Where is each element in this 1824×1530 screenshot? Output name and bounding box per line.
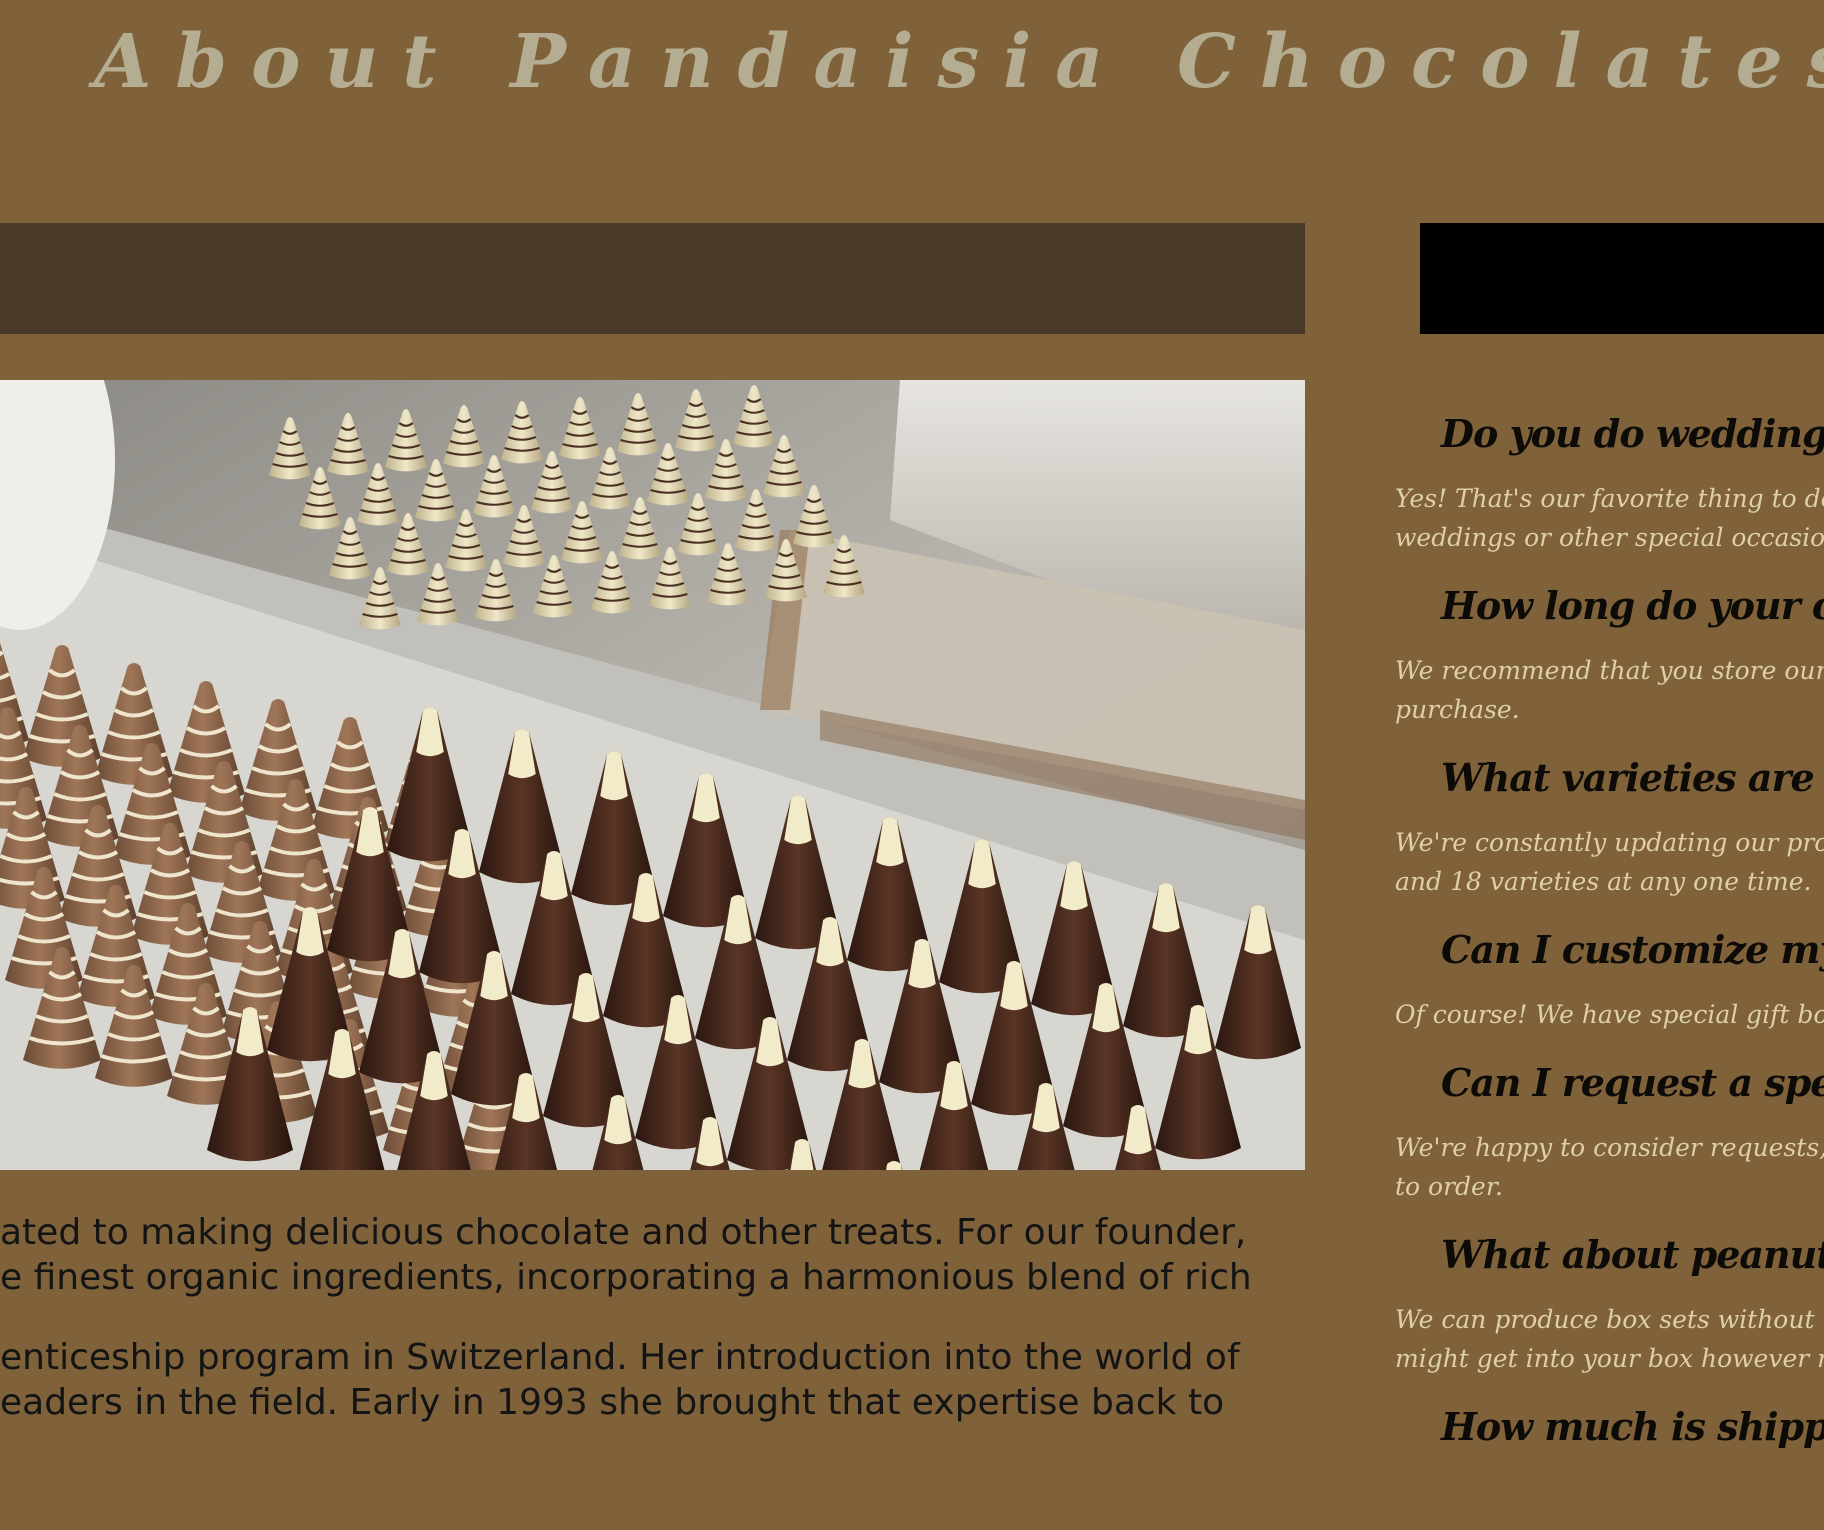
faq-answer-line: We recommend that you store our chocolat… <box>1395 656 1824 685</box>
page-title: About Pandaisia Chocolates <box>94 19 1824 105</box>
about-line: eaders in the field. Early in 1993 she b… <box>0 1382 1225 1423</box>
faq-question: What varieties are you se <box>1441 755 1824 800</box>
faq-item: Can I customize my own Of course! We hav… <box>1395 911 1824 1034</box>
sidebar-banner <box>1420 223 1824 334</box>
faq-answer-line: We're happy to consider requests, but re… <box>1395 1133 1824 1162</box>
about-paragraph: enticeship program in Switzerland. Her i… <box>0 1335 1305 1425</box>
faq-answer-line: We can produce box sets without nuts, bu… <box>1395 1305 1824 1334</box>
faq-answer-line: We're constantly updating our product li… <box>1395 828 1824 857</box>
faq-answer: Of course! We have special gift boxes bu… <box>1395 995 1824 1034</box>
faq-answer-line: Yes! That's our favorite thing to do. We… <box>1395 484 1824 513</box>
faq-question: What about peanut allerg <box>1441 1232 1824 1277</box>
about-text: ated to making delicious chocolate and o… <box>0 1210 1305 1460</box>
faq-answer-line: weddings or other special occasions. <box>1395 523 1824 552</box>
about-paragraph: ated to making delicious chocolate and o… <box>0 1210 1305 1300</box>
faq-item: Can I request a special v We're happy to… <box>1395 1044 1824 1206</box>
faq-question: Can I customize my own <box>1441 927 1824 972</box>
faq-item: Do you do weddings? Yes! That's our favo… <box>1395 395 1824 557</box>
faq-item: What about peanut allerg We can produce … <box>1395 1216 1824 1378</box>
faq-question: How long do your chocol <box>1441 583 1824 628</box>
faq-question: How much is shipping? <box>1441 1404 1824 1449</box>
hero-image <box>0 380 1305 1170</box>
faq-answer-line: Of course! We have special gift boxes bu… <box>1395 1000 1824 1029</box>
about-line: enticeship program in Switzerland. Her i… <box>0 1337 1240 1378</box>
faq-answer-line: to order. <box>1395 1172 1503 1201</box>
about-line: e finest organic ingredients, incorporat… <box>0 1257 1252 1298</box>
faq-answer: We're happy to consider requests, but re… <box>1395 1128 1824 1206</box>
main-banner <box>0 223 1305 334</box>
faq-item: How much is shipping? <box>1395 1388 1824 1466</box>
faq-answer-line: might get into your box however much we … <box>1395 1344 1824 1373</box>
about-line: ated to making delicious chocolate and o… <box>0 1212 1247 1253</box>
faq-item: How long do your chocol We recommend tha… <box>1395 567 1824 729</box>
faq-question: Do you do weddings? <box>1441 411 1824 456</box>
faq-question: Can I request a special v <box>1441 1060 1824 1105</box>
faq-answer-line: purchase. <box>1395 695 1520 724</box>
faq-answer: Yes! That's our favorite thing to do. We… <box>1395 479 1824 557</box>
faq-answer: We can produce box sets without nuts, bu… <box>1395 1300 1824 1378</box>
faq-answer-line: and 18 varieties at any one time. <box>1395 867 1812 896</box>
faq-item: What varieties are you se We're constant… <box>1395 739 1824 901</box>
faq-sidebar: Do you do weddings? Yes! That's our favo… <box>1395 395 1824 1466</box>
faq-answer: We're constantly updating our product li… <box>1395 823 1824 901</box>
faq-answer: We recommend that you store our chocolat… <box>1395 651 1824 729</box>
